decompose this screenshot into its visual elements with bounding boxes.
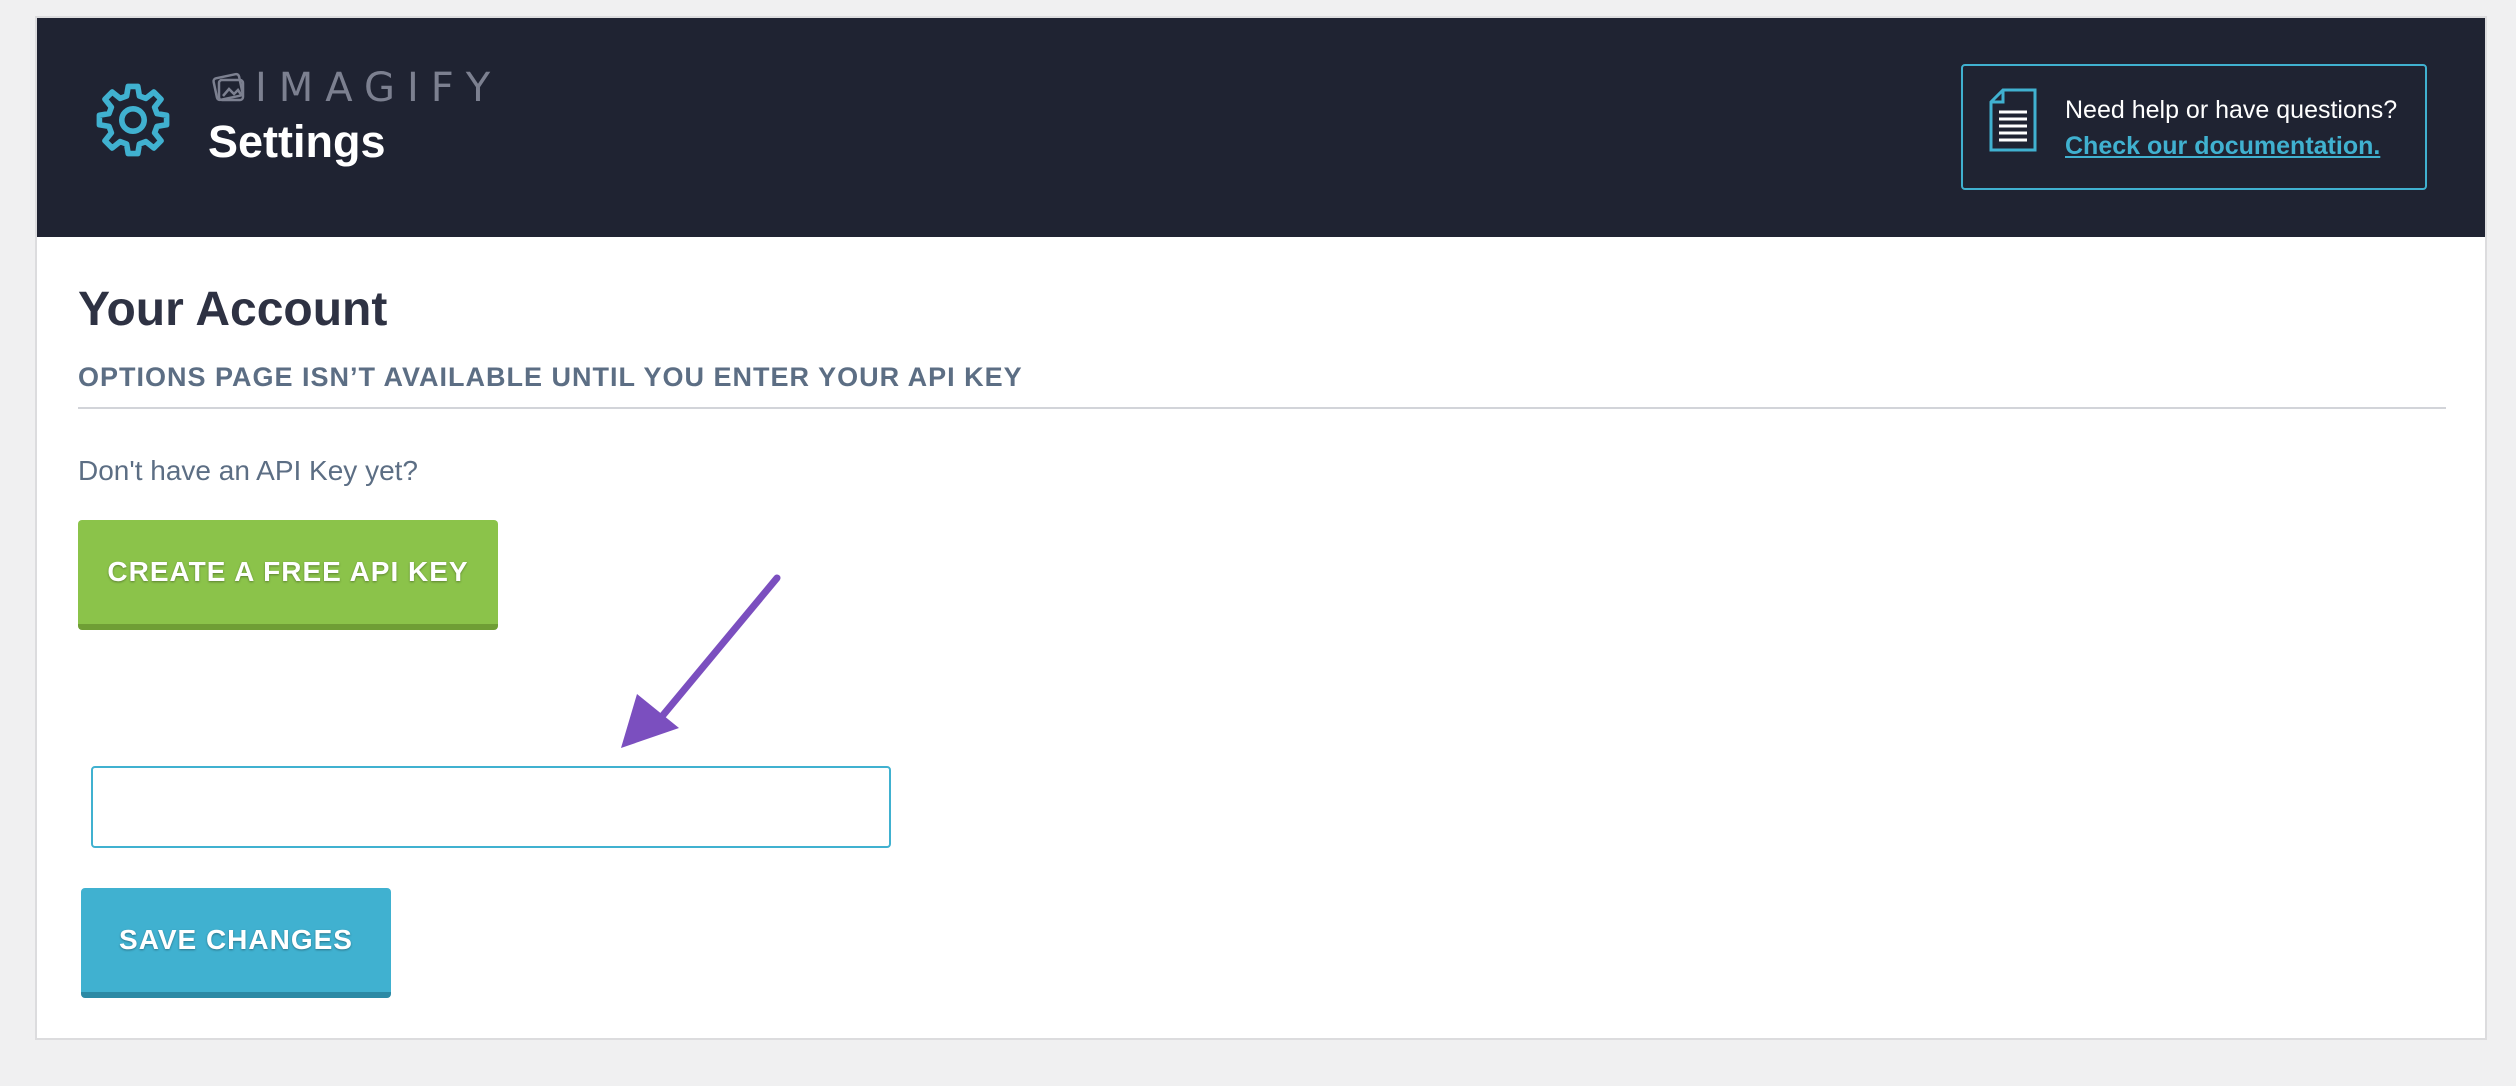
api-key-prompt: Don't have an API Key yet? bbox=[78, 455, 419, 486]
divider bbox=[78, 407, 2446, 409]
arrow-down-left-icon bbox=[621, 574, 781, 748]
documentation-link[interactable]: Check our documentation. bbox=[2065, 128, 2380, 164]
api-key-input[interactable] bbox=[91, 766, 891, 848]
section-title: Your Account bbox=[78, 283, 388, 336]
save-changes-button[interactable]: SAVE CHANGES bbox=[81, 888, 391, 998]
imagify-logo-icon bbox=[212, 72, 245, 102]
gear-icon bbox=[96, 83, 170, 157]
brand-name: IMAGIFY bbox=[255, 65, 503, 111]
create-api-key-button[interactable]: CREATE A FREE API KEY bbox=[78, 520, 498, 630]
page-header: IMAGIFY Settings Need help or have quest… bbox=[37, 18, 2485, 237]
document-icon bbox=[1989, 88, 2037, 152]
settings-panel: IMAGIFY Settings Need help or have quest… bbox=[35, 16, 2487, 1040]
page-title: Settings bbox=[208, 116, 386, 167]
help-box: Need help or have questions? Check our d… bbox=[1961, 64, 2427, 190]
section-subtitle: OPTIONS PAGE ISN’T AVAILABLE UNTIL YOU E… bbox=[78, 362, 1023, 392]
imagify-logo: IMAGIFY bbox=[209, 68, 502, 108]
help-question: Need help or have questions? bbox=[2065, 96, 2398, 124]
